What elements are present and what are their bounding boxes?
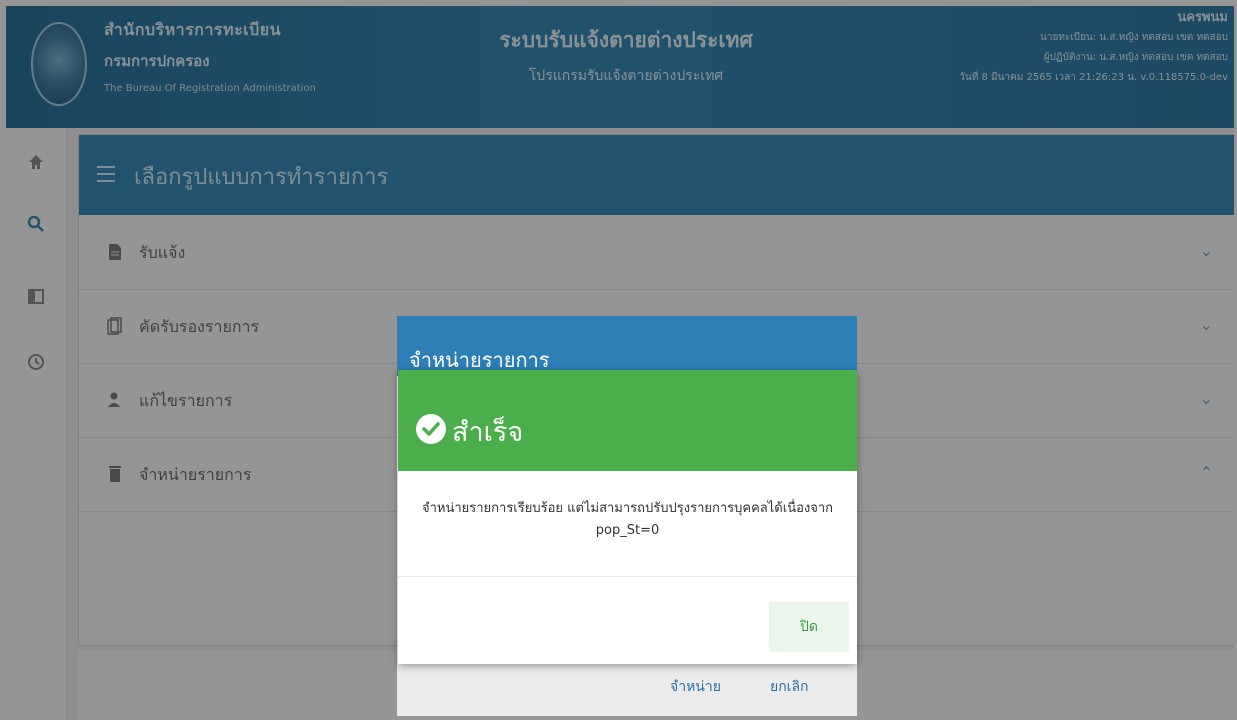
success-title: สำเร็จ	[452, 417, 524, 448]
message-line: จำหน่ายรายการเรียบร้อย แต่ไม่สามารถปรับป…	[421, 501, 834, 516]
success-message: จำหน่ายรายการเรียบร้อย แต่ไม่สามารถปรับป…	[418, 498, 837, 542]
dispose-dialog-header: จำหน่ายรายการ	[397, 316, 857, 376]
dispose-confirm-button[interactable]: จำหน่าย	[670, 676, 721, 698]
dispose-cancel-button[interactable]: ยกเลิก	[770, 676, 809, 698]
divider	[398, 576, 857, 577]
message-code: pop_St=0	[595, 523, 660, 538]
check-circle-icon	[416, 414, 446, 444]
success-dialog-header: สำเร็จ	[398, 370, 857, 471]
success-dialog: สำเร็จ จำหน่ายรายการเรียบร้อย แต่ไม่สามา…	[398, 370, 857, 664]
close-button[interactable]: ปิด	[769, 602, 849, 652]
